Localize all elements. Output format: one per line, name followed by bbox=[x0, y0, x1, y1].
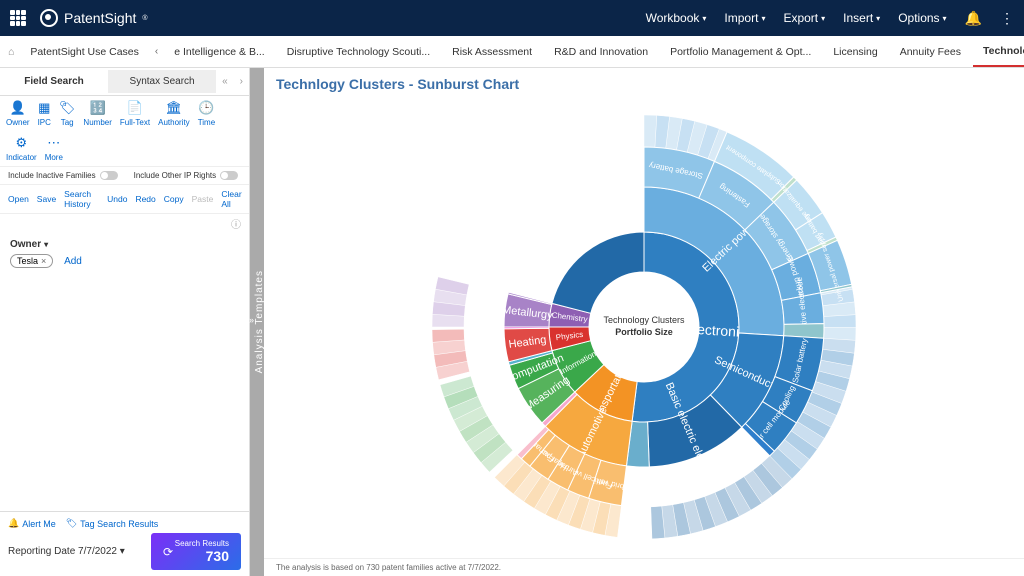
owner-heading: Owner bbox=[10, 239, 41, 250]
tab-7[interactable]: Technology Clusters ▾ bbox=[973, 36, 1024, 67]
tool-indicator[interactable]: ⚙Indicator bbox=[6, 135, 37, 162]
tool-tag[interactable]: 🏷Tag bbox=[59, 100, 76, 127]
chart-title: Technlogy Clusters - Sunburst Chart bbox=[264, 68, 1024, 96]
action-undo[interactable]: Undo bbox=[107, 194, 127, 204]
action-copy[interactable]: Copy bbox=[164, 194, 184, 204]
owner-chip[interactable]: Tesla× bbox=[10, 254, 53, 268]
tool-fulltext[interactable]: 📄Full-Text bbox=[120, 100, 150, 127]
tool-number[interactable]: 🔢Number bbox=[83, 100, 111, 127]
owner-add[interactable]: Add bbox=[64, 256, 82, 267]
info-icon[interactable]: ⓘ bbox=[231, 216, 241, 231]
toggle-otherip[interactable] bbox=[220, 171, 238, 180]
toggle-inactive-label: Include Inactive Families bbox=[8, 171, 96, 180]
menu-options[interactable]: Options▾ bbox=[898, 11, 946, 25]
toggle-inactive[interactable] bbox=[100, 171, 118, 180]
tool-authority[interactable]: 🏛Authority bbox=[158, 100, 190, 127]
templates-bar[interactable]: » Analysis Templates bbox=[250, 68, 264, 576]
reporting-date[interactable]: Reporting Date 7/7/2022 ▾ bbox=[8, 546, 125, 557]
tab-scroll-left[interactable]: ‹ bbox=[151, 46, 162, 57]
notifications-icon[interactable]: 🔔 bbox=[965, 10, 982, 27]
menu-insert[interactable]: Insert▾ bbox=[843, 11, 880, 25]
tab-0[interactable]: e Intelligence & B... bbox=[164, 36, 274, 67]
tab-bar: ⌂ PatentSight Use Cases ‹ e Intelligence… bbox=[0, 36, 1024, 68]
tool-time[interactable]: 🕒Time bbox=[198, 100, 215, 127]
apps-grid-icon[interactable] bbox=[10, 10, 26, 26]
tab-syntax-search[interactable]: Syntax Search bbox=[108, 70, 216, 93]
action-paste: Paste bbox=[192, 194, 214, 204]
action-clear[interactable]: Clear All bbox=[221, 189, 241, 209]
search-results-button[interactable]: ⟳ Search Results730 bbox=[151, 533, 241, 570]
brand-logo: PatentSight® bbox=[40, 9, 148, 27]
tab-6[interactable]: Annuity Fees bbox=[890, 36, 971, 67]
logo-icon bbox=[40, 9, 58, 27]
top-bar: PatentSight® Workbook▾ Import▾ Export▾ I… bbox=[0, 0, 1024, 36]
action-save[interactable]: Save bbox=[37, 194, 56, 204]
tag-search-results[interactable]: 🏷 Tag Search Results bbox=[66, 518, 158, 529]
action-redo[interactable]: Redo bbox=[135, 194, 155, 204]
breadcrumb-home[interactable]: PatentSight Use Cases bbox=[20, 36, 149, 67]
brand-name: PatentSight bbox=[64, 10, 136, 26]
action-history[interactable]: Search History bbox=[64, 189, 91, 209]
tab-2[interactable]: Risk Assessment bbox=[442, 36, 542, 67]
search-sidebar: Field Search Syntax Search « › 👤Owner ▦I… bbox=[0, 68, 250, 576]
sidebar-collapse-left[interactable]: « bbox=[216, 76, 234, 87]
tab-3[interactable]: R&D and Innovation bbox=[544, 36, 658, 67]
menu-import[interactable]: Import▾ bbox=[724, 11, 765, 25]
tool-more[interactable]: ⋯More bbox=[45, 135, 63, 162]
sunburst-chart[interactable]: ElectronicsTransportationInformationPhys… bbox=[264, 96, 1024, 558]
tool-owner[interactable]: 👤Owner bbox=[6, 100, 30, 127]
tab-field-search[interactable]: Field Search bbox=[0, 70, 108, 93]
chip-remove-icon[interactable]: × bbox=[41, 256, 46, 266]
more-icon[interactable]: ⋮ bbox=[1000, 10, 1014, 27]
tab-1[interactable]: Disruptive Technology Scouti... bbox=[277, 36, 440, 67]
alert-me[interactable]: 🔔 Alert Me bbox=[8, 518, 56, 529]
action-open[interactable]: Open bbox=[8, 194, 29, 204]
sidebar-next[interactable]: › bbox=[234, 76, 249, 87]
tab-4[interactable]: Portfolio Management & Opt... bbox=[660, 36, 821, 67]
chevron-down-icon[interactable]: ▾ bbox=[44, 240, 48, 249]
tool-ipc[interactable]: ▦IPC bbox=[38, 100, 51, 127]
menu-workbook[interactable]: Workbook▾ bbox=[646, 11, 707, 25]
chart-footnote: The analysis is based on 730 patent fami… bbox=[264, 558, 1024, 576]
home-icon[interactable]: ⌂ bbox=[8, 46, 14, 58]
toggle-otherip-label: Include Other IP Rights bbox=[134, 171, 217, 180]
menu-export[interactable]: Export▾ bbox=[783, 11, 825, 25]
tab-5[interactable]: Licensing bbox=[823, 36, 887, 67]
